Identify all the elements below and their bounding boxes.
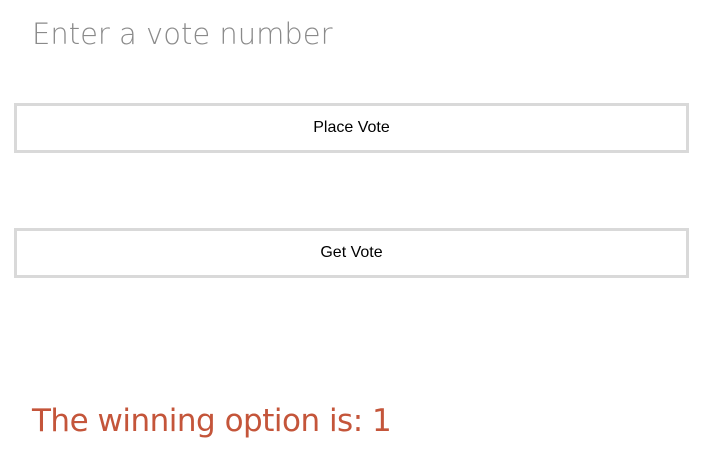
vote-number-input[interactable] (22, 8, 672, 60)
get-vote-button[interactable]: Get Vote (14, 228, 689, 278)
winning-option-text: The winning option is: 1 (32, 403, 392, 439)
place-vote-button[interactable]: Place Vote (14, 103, 689, 153)
